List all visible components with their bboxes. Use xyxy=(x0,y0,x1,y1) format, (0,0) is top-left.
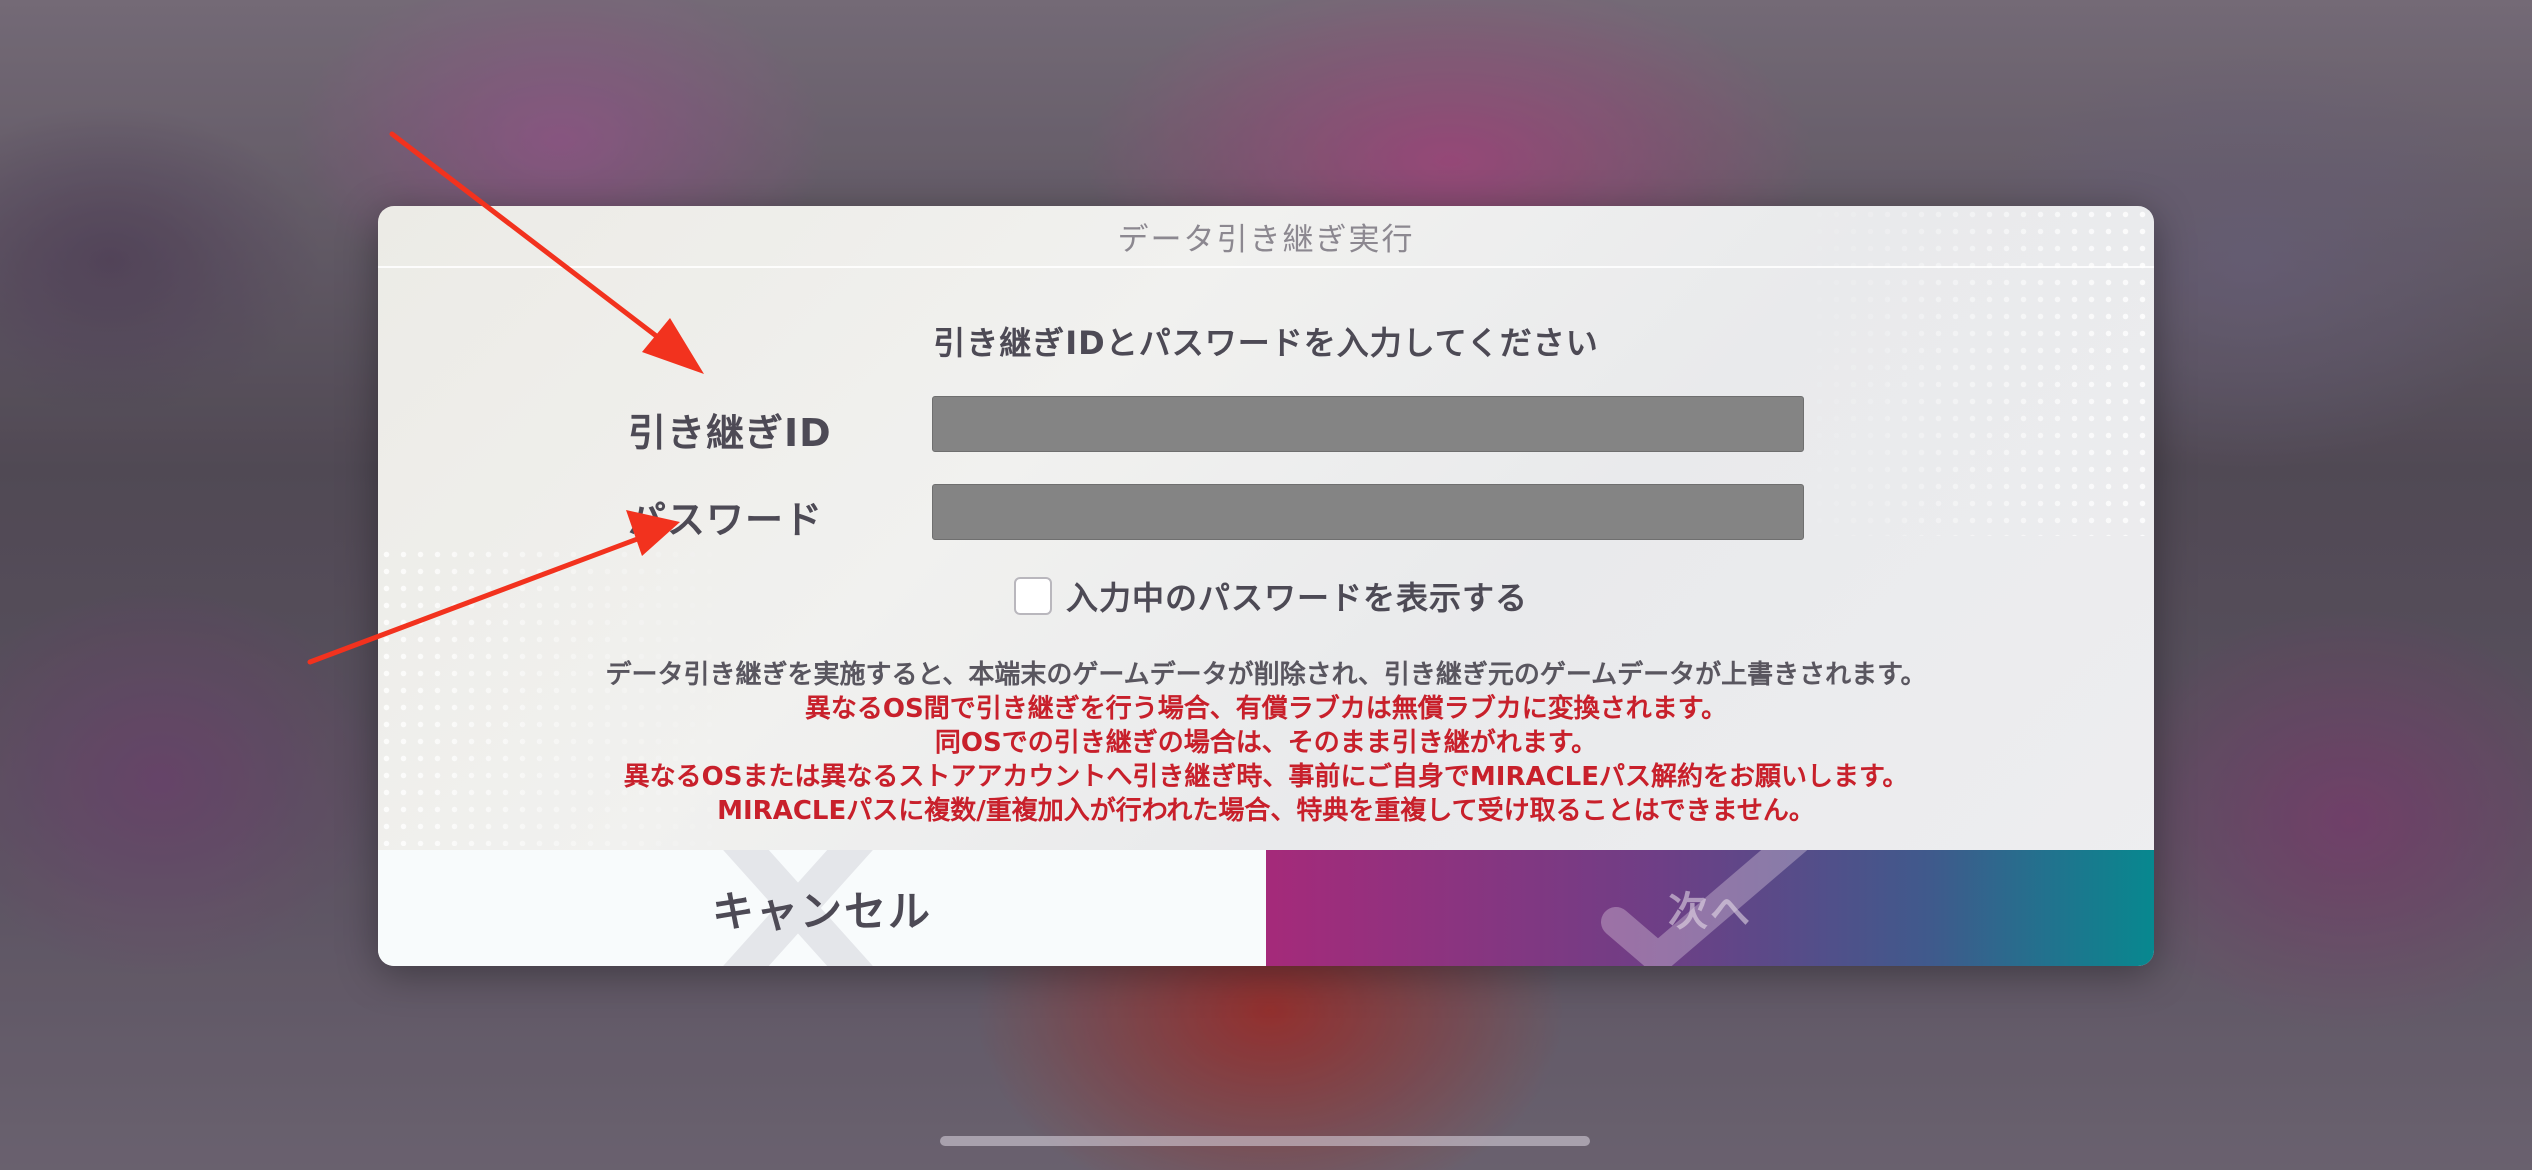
annotation-arrows xyxy=(307,131,704,665)
arrow-icon xyxy=(307,510,680,665)
arrow-icon xyxy=(389,131,704,374)
home-indicator xyxy=(940,1136,1590,1146)
